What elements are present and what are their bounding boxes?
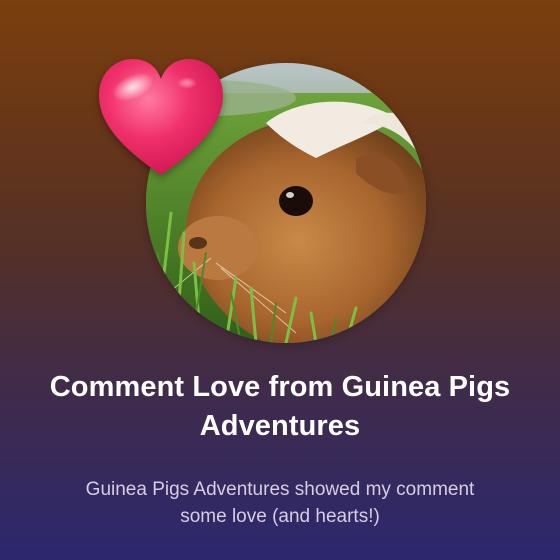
heart-icon xyxy=(95,55,227,180)
comment-love-card: Comment Love from Guinea Pigs Adventures… xyxy=(0,0,560,560)
card-title: Comment Love from Guinea Pigs Adventures xyxy=(49,371,511,442)
card-subtitle: Guinea Pigs Adventures showed my comment… xyxy=(85,479,475,527)
